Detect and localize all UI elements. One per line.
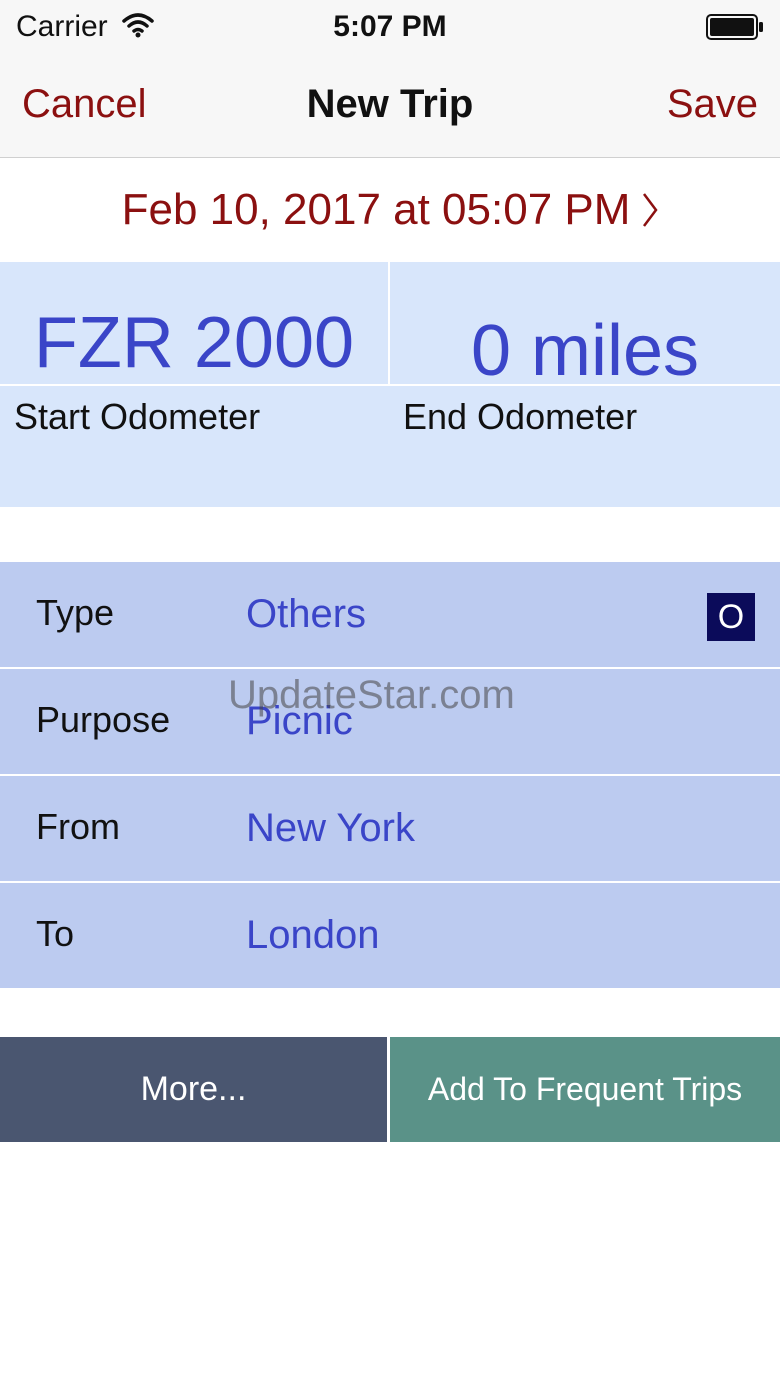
start-odometer-value[interactable]: FZR 2000 bbox=[0, 302, 388, 384]
field-value-to: London bbox=[246, 913, 380, 957]
field-label-from: From bbox=[36, 806, 120, 847]
add-to-frequent-trips-button[interactable]: Add To Frequent Trips bbox=[390, 1037, 780, 1142]
type-badge: O bbox=[707, 593, 755, 641]
navigation-bar: Cancel New Trip Save bbox=[0, 54, 780, 158]
status-time: 5:07 PM bbox=[333, 10, 447, 43]
more-button[interactable]: More... bbox=[0, 1037, 387, 1142]
field-label-purpose: Purpose bbox=[36, 699, 171, 740]
bottom-button-bar: More... Add To Frequent Trips bbox=[0, 1037, 780, 1142]
end-odometer-label: End Odometer bbox=[403, 396, 638, 437]
field-value-purpose: Picnic bbox=[246, 699, 353, 743]
save-button[interactable]: Save bbox=[667, 82, 758, 127]
cancel-button[interactable]: Cancel bbox=[22, 82, 147, 127]
trip-fields: Type Others O Purpose Picnic From New Yo… bbox=[0, 562, 780, 990]
field-row-from[interactable]: From New York bbox=[0, 776, 780, 881]
status-bar: Carrier 5:07 PM bbox=[0, 0, 780, 54]
chevron-right-icon bbox=[643, 193, 658, 227]
field-row-purpose[interactable]: Purpose Picnic bbox=[0, 669, 780, 774]
trip-date-picker[interactable]: Feb 10, 2017 at 05:07 PM bbox=[0, 158, 780, 262]
field-value-from: New York bbox=[246, 806, 415, 850]
end-odometer-value[interactable]: 0 miles bbox=[390, 310, 780, 392]
trip-date-text: Feb 10, 2017 at 05:07 PM bbox=[121, 185, 631, 234]
battery-icon bbox=[706, 14, 763, 40]
field-label-to: To bbox=[36, 913, 75, 954]
field-row-to[interactable]: To London bbox=[0, 883, 780, 988]
field-row-type[interactable]: Type Others O bbox=[0, 562, 780, 667]
field-value-type: Others bbox=[246, 592, 367, 636]
field-label-type: Type bbox=[36, 592, 115, 633]
odometer-panel: FZR 2000 0 miles Start Odometer End Odom… bbox=[0, 262, 780, 507]
start-odometer-label: Start Odometer bbox=[14, 396, 261, 437]
